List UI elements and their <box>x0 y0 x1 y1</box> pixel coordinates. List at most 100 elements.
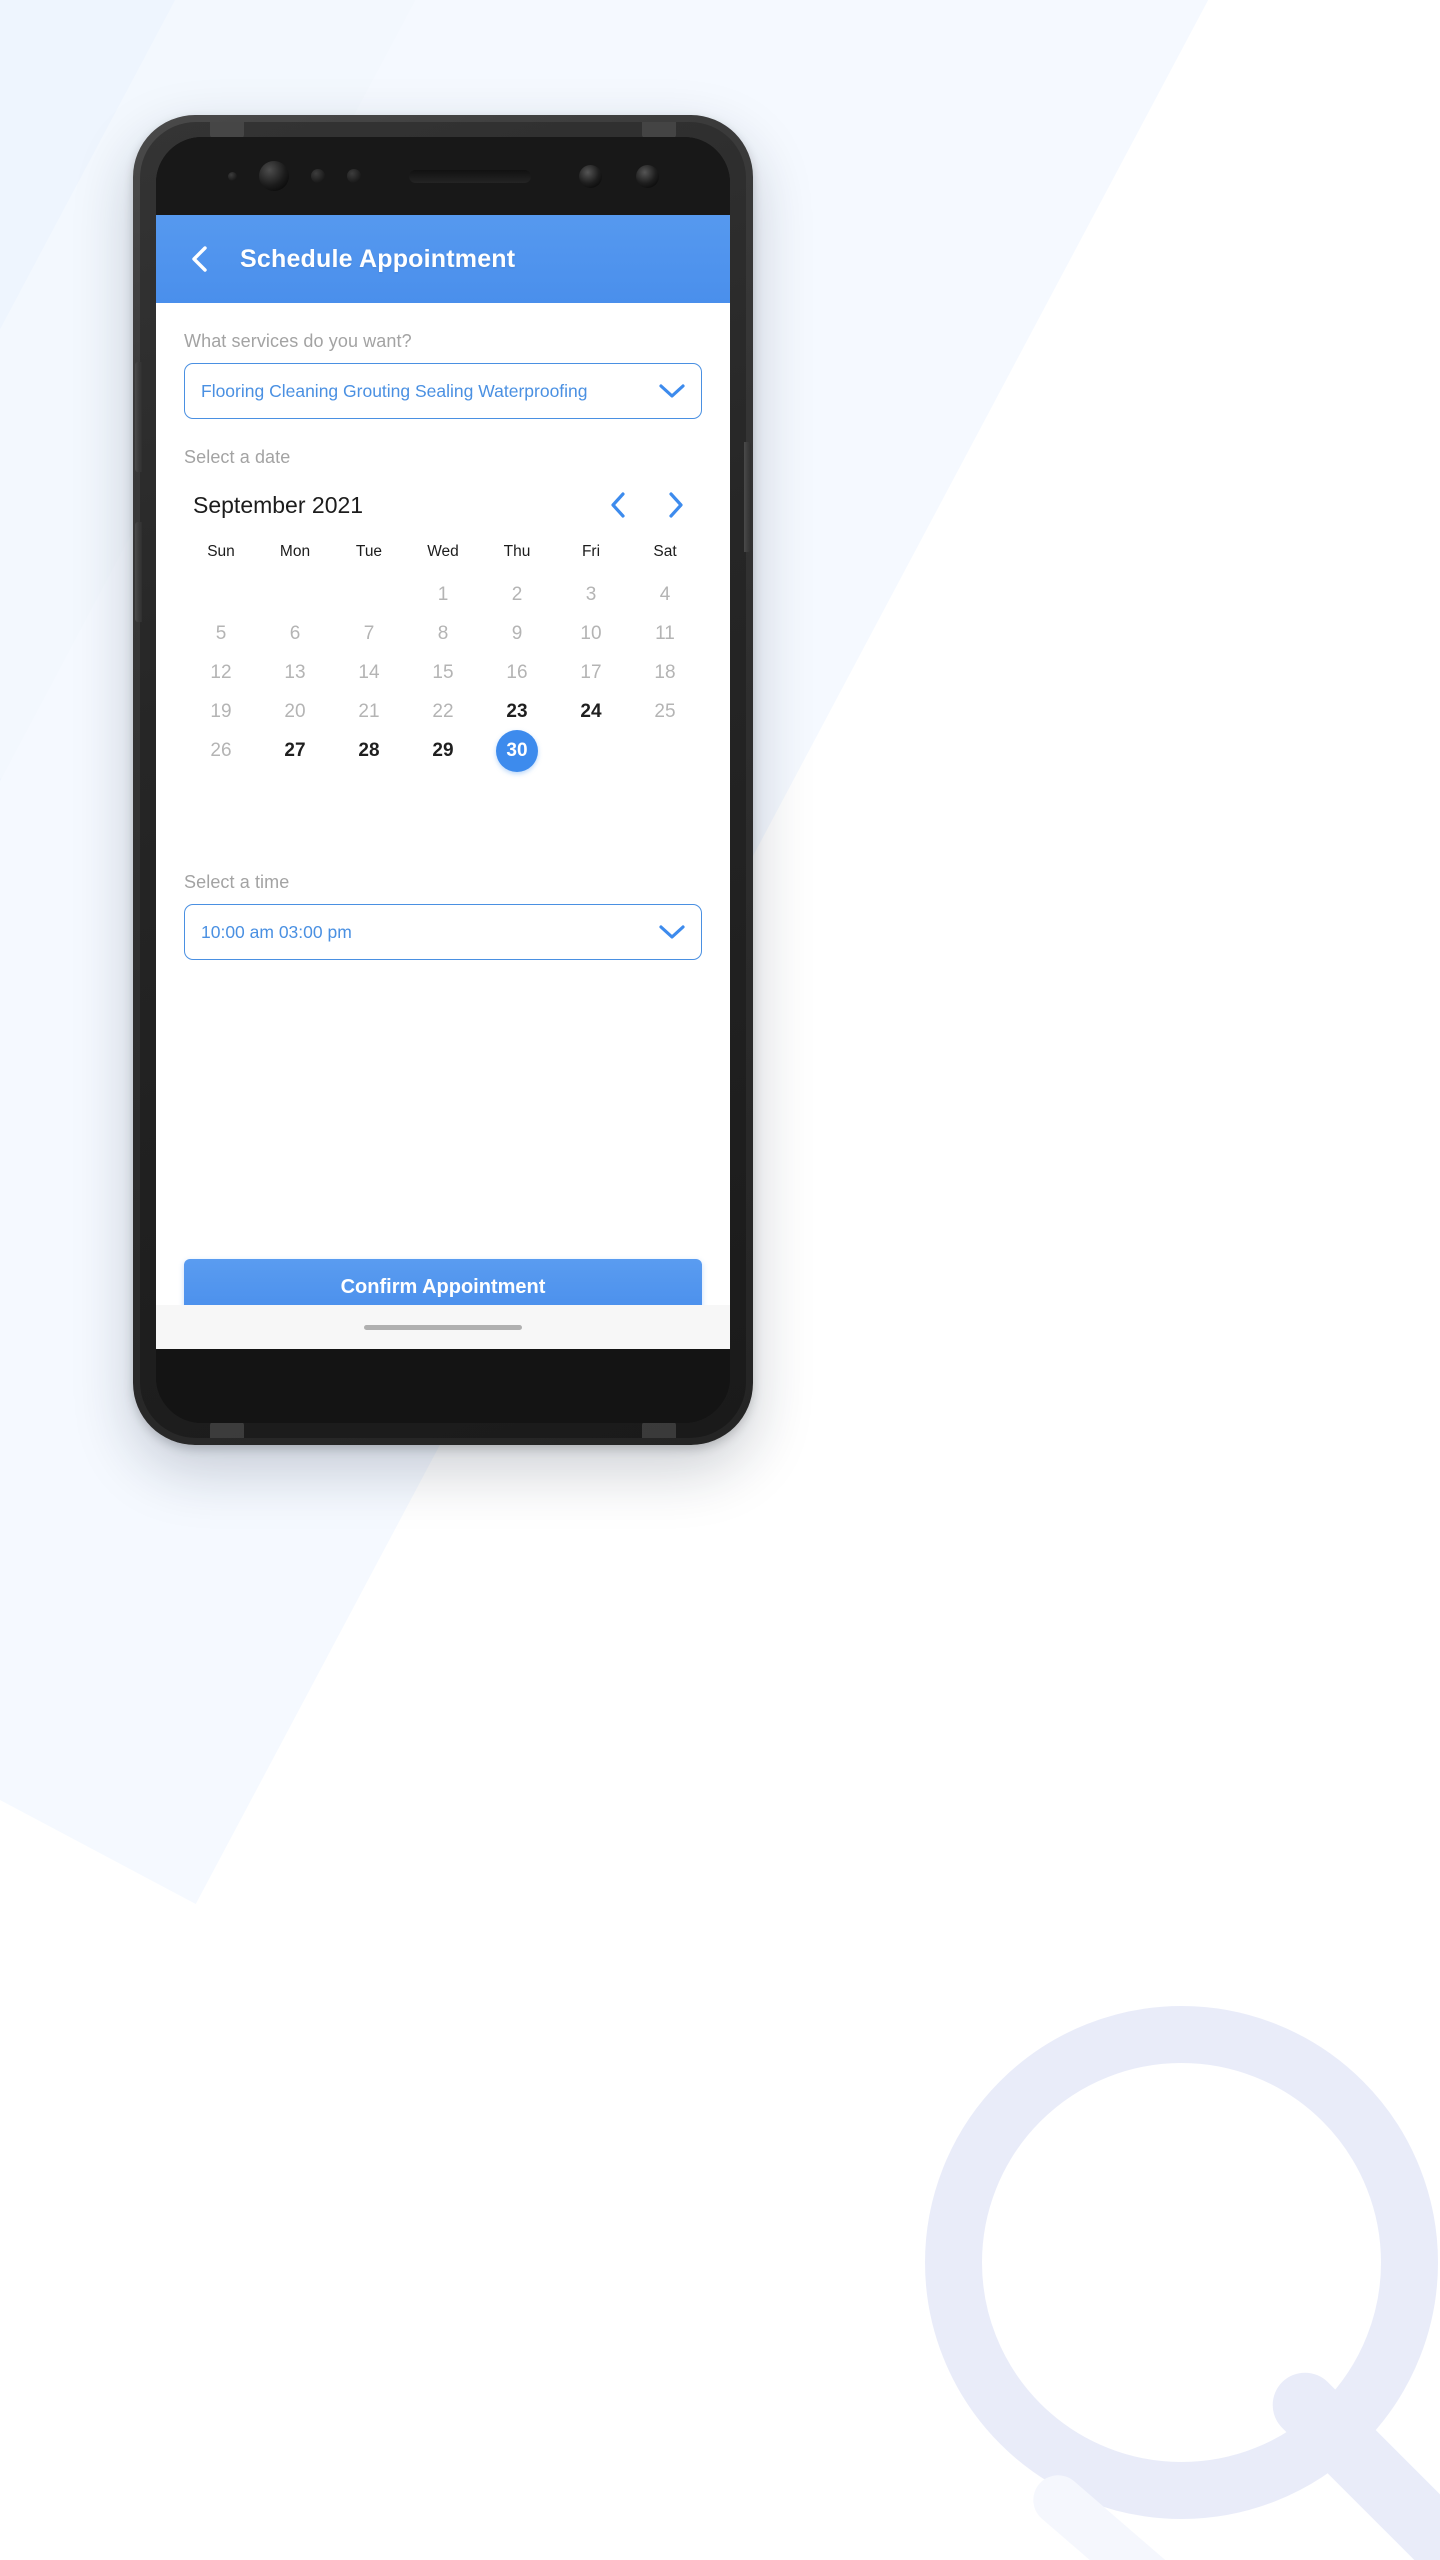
time-select[interactable]: 10:00 am 03:00 pm <box>184 904 702 960</box>
calendar-day-6: 6 <box>258 614 332 653</box>
calendar-next-month-button[interactable] <box>662 488 690 522</box>
calendar-day-24[interactable]: 24 <box>554 692 628 731</box>
calendar-day-30[interactable]: 30 <box>480 729 554 772</box>
calendar-day-number: 14 <box>358 661 380 683</box>
calendar-day-number: 4 <box>659 583 671 605</box>
calendar-day-25: 25 <box>628 692 702 731</box>
system-navigation-bar <box>156 1305 730 1349</box>
calendar-day-number: 5 <box>215 622 227 644</box>
proximity-sensor-icon <box>227 171 237 181</box>
calendar-day-number: 2 <box>511 583 523 605</box>
calendar-nav <box>604 488 696 522</box>
time-label: Select a time <box>184 872 290 892</box>
calendar-month-label: September 2021 <box>193 491 364 518</box>
calendar-day-number: 30 <box>496 729 538 772</box>
calendar-day-number: 11 <box>655 622 675 644</box>
calendar-day-23[interactable]: 23 <box>480 692 554 731</box>
calendar-day-14: 14 <box>332 653 406 692</box>
calendar-day-number: 7 <box>363 622 375 644</box>
phone-screen: Schedule Appointment What services do yo… <box>156 215 730 1349</box>
chevron-left-icon <box>611 492 625 518</box>
frame-antenna-line <box>210 1422 244 1438</box>
earpiece-speaker-icon <box>408 169 531 183</box>
calendar-day-2: 2 <box>480 575 554 614</box>
calendar-day-7: 7 <box>332 614 406 653</box>
sensor-cluster <box>156 137 730 215</box>
calendar-weekday: Mon <box>279 543 311 560</box>
calendar-weekday: Thu <box>503 543 531 560</box>
calendar-day-13: 13 <box>258 653 332 692</box>
calendar-day-number: 22 <box>432 700 454 722</box>
calendar-day-number: 8 <box>437 622 449 644</box>
calendar-day-number: 10 <box>580 622 602 644</box>
calendar-day-29[interactable]: 29 <box>406 731 480 770</box>
calendar-days-grid: 1 2 3 4 5 6 7 8 9 10 11 12 13 14 15 16 17 18 19 20 21 22 23 24 2… <box>184 575 702 772</box>
volume-up-button[interactable] <box>135 362 142 472</box>
services-select-value: Flooring Cleaning Grouting Sealing Water… <box>201 380 588 401</box>
calendar-day-blank <box>332 575 406 614</box>
phone-bezel: Schedule Appointment What services do yo… <box>156 137 730 1423</box>
calendar-day-19: 19 <box>184 692 258 731</box>
services-select[interactable]: Flooring Cleaning Grouting Sealing Water… <box>184 363 702 419</box>
volume-down-button[interactable] <box>135 522 142 622</box>
calendar-day-9: 9 <box>480 614 554 653</box>
calendar-day-number: 13 <box>284 661 306 683</box>
services-label: What services do you want? <box>184 331 412 351</box>
calendar-day-4: 4 <box>628 575 702 614</box>
calendar-day-28[interactable]: 28 <box>332 731 406 770</box>
calendar-day-22: 22 <box>406 692 480 731</box>
screen-content: What services do you want? Flooring Clea… <box>156 303 730 1349</box>
calendar-day-number: 15 <box>432 661 454 683</box>
camera-lens-icon <box>578 164 602 188</box>
calendar-weekday: Wed <box>427 543 459 560</box>
calendar-prev-month-button[interactable] <box>604 488 632 522</box>
calendar-weekday: Sat <box>653 543 677 560</box>
time-select-value: 10:00 am 03:00 pm <box>201 921 352 942</box>
calendar-day-blank <box>258 575 332 614</box>
calendar-weekday: Fri <box>581 543 601 560</box>
calendar-header: September 2021 <box>184 481 702 527</box>
calendar-day-26: 26 <box>184 731 258 770</box>
calendar-day-20: 20 <box>258 692 332 731</box>
calendar-day-number: 9 <box>511 622 523 644</box>
chevron-left-icon <box>192 246 207 272</box>
chevron-down-icon <box>659 384 685 398</box>
chevron-right-icon <box>669 492 683 518</box>
calendar-day-number: 28 <box>358 739 380 761</box>
calendar-day-number: 3 <box>585 583 597 605</box>
calendar-day-number: 19 <box>210 700 232 722</box>
phone-device-frame: Schedule Appointment What services do yo… <box>133 115 753 1445</box>
calendar-day-5: 5 <box>184 614 258 653</box>
calendar-day-12: 12 <box>184 653 258 692</box>
calendar-weekday: Tue <box>355 543 383 560</box>
calendar-day-number: 29 <box>432 739 454 761</box>
calendar-day-1: 1 <box>406 575 480 614</box>
page-title: Schedule Appointment <box>240 244 516 273</box>
calendar-day-number: 18 <box>654 661 676 683</box>
app-bar: Schedule Appointment <box>156 215 730 303</box>
phone-chin <box>156 1349 730 1423</box>
calendar-day-number: 25 <box>654 700 676 722</box>
back-button[interactable] <box>182 242 216 276</box>
calendar-day-number: 6 <box>289 622 301 644</box>
calendar-day-number: 21 <box>358 700 380 722</box>
calendar-day-number: 26 <box>210 739 232 761</box>
light-sensor-icon <box>346 169 361 183</box>
time-section: Select a time 10:00 am 03:00 pm <box>184 844 702 960</box>
frame-antenna-line <box>210 122 244 138</box>
calendar-day-11: 11 <box>628 614 702 653</box>
calendar-day-number: 27 <box>284 739 306 761</box>
front-camera-icon <box>258 161 289 191</box>
calendar-day-number: 17 <box>580 661 602 683</box>
power-button[interactable] <box>744 442 751 552</box>
calendar-day-27[interactable]: 27 <box>258 731 332 770</box>
calendar-day-number: 23 <box>506 700 528 722</box>
calendar-day-3: 3 <box>554 575 628 614</box>
calendar-day-blank <box>184 575 258 614</box>
home-indicator[interactable] <box>364 1324 522 1330</box>
calendar-day-18: 18 <box>628 653 702 692</box>
calendar-day-8: 8 <box>406 614 480 653</box>
camera-lens-icon <box>635 164 659 188</box>
phone-inner-frame: Schedule Appointment What services do yo… <box>135 122 751 1438</box>
